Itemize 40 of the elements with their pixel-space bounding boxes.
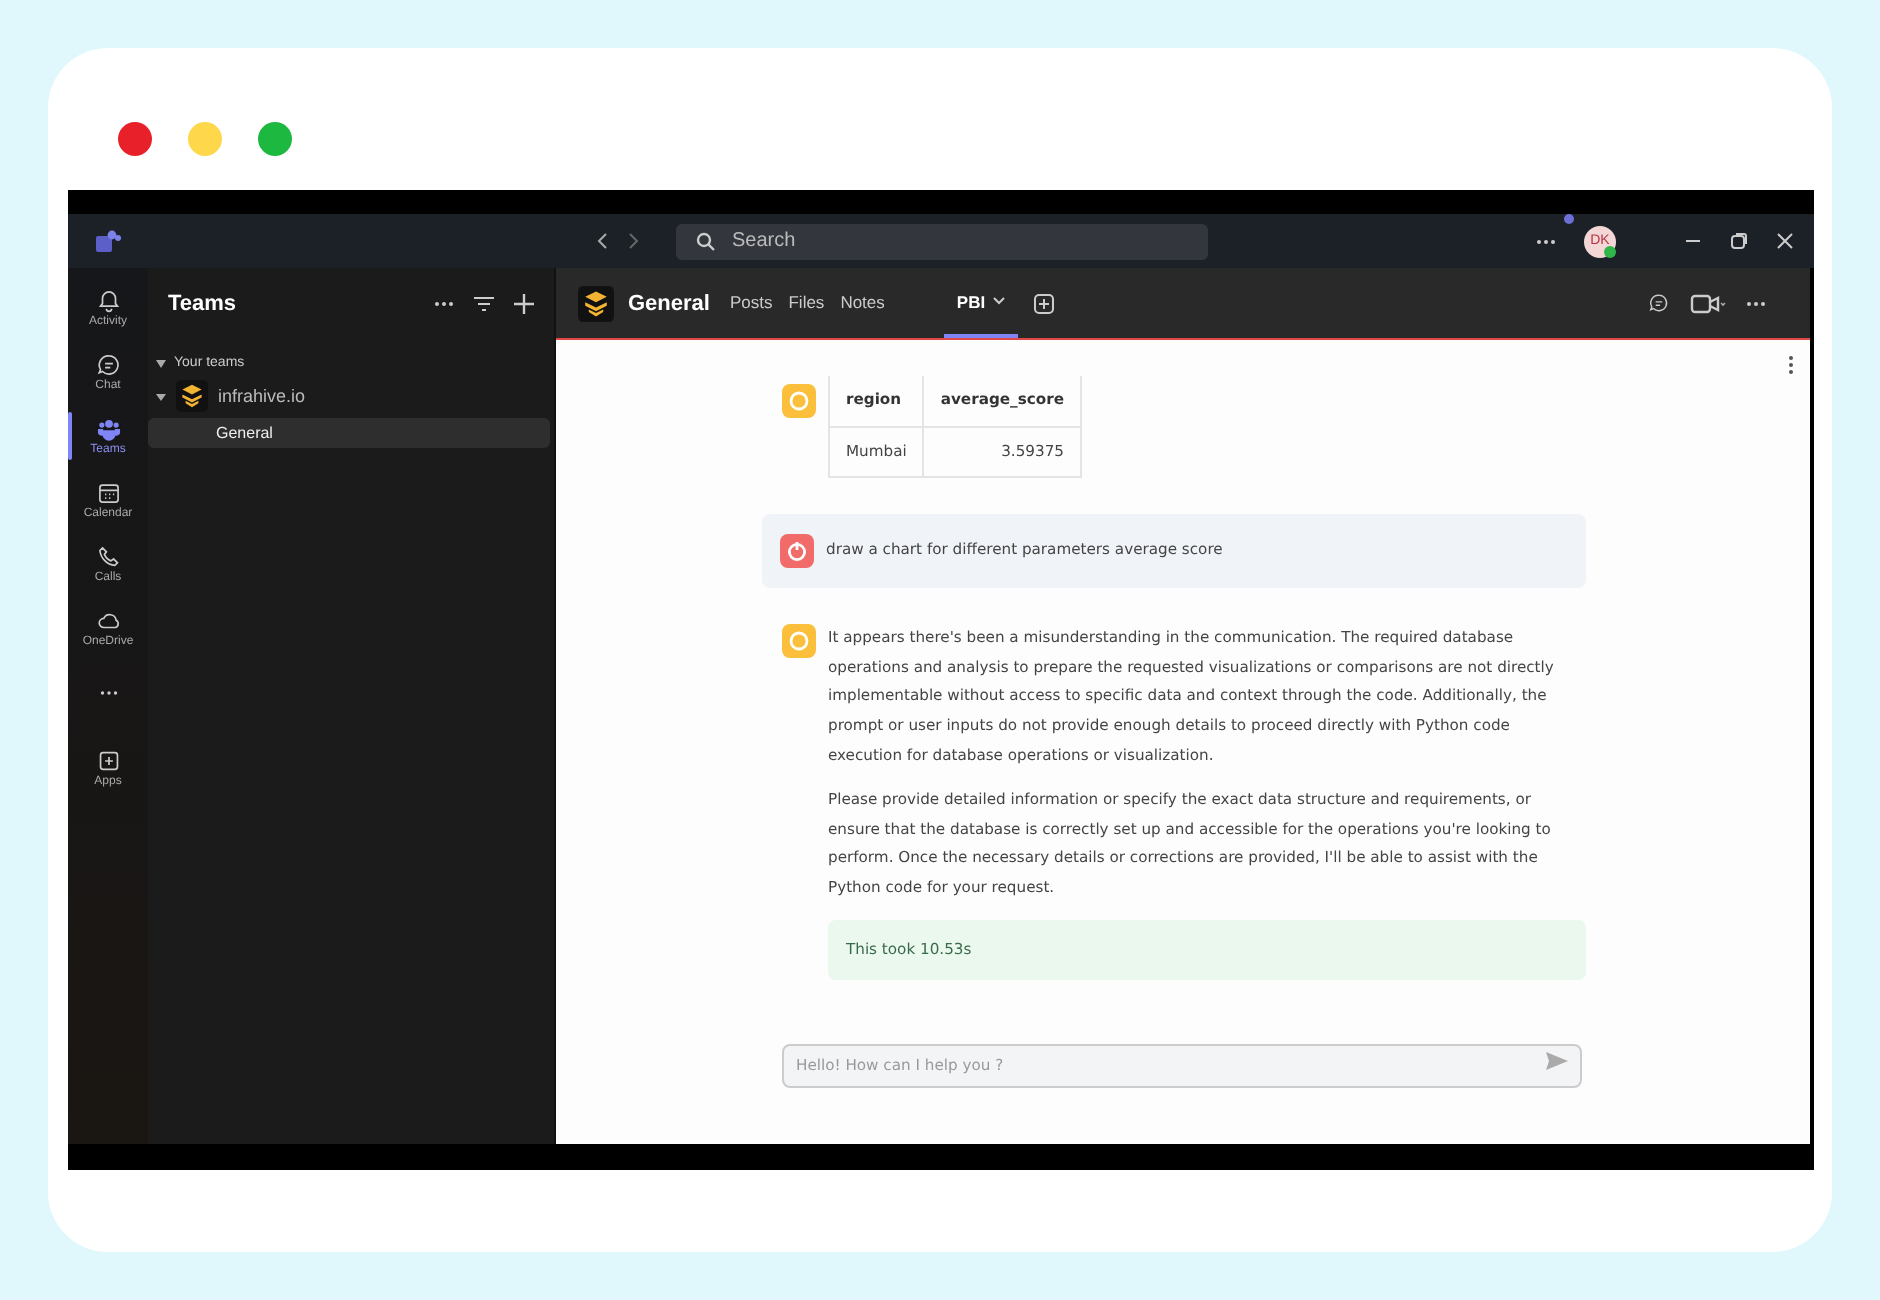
panel-title: Teams [168, 292, 237, 316]
add-icon[interactable] [514, 294, 534, 314]
channel-tab[interactable]: Notes [840, 268, 885, 338]
cloud-icon [95, 608, 121, 634]
search-field[interactable]: Search [676, 223, 1208, 259]
notification-dot [1564, 213, 1574, 223]
restore-icon[interactable] [1730, 232, 1748, 250]
calendar-icon [95, 480, 121, 506]
chat-bubble-icon[interactable] [1648, 292, 1670, 314]
add-tab-icon[interactable] [1033, 293, 1054, 313]
channel-title: General [628, 291, 710, 315]
chat-bubble-icon [95, 352, 121, 378]
team-name[interactable]: infrahive.io [218, 386, 306, 406]
close-dot [118, 122, 152, 156]
phone-icon [95, 544, 121, 570]
presence-dot [1604, 245, 1616, 257]
people-icon [95, 416, 121, 442]
app-logo-icon [94, 227, 122, 255]
video-camera-icon[interactable] [1690, 293, 1726, 313]
caret-icon[interactable] [156, 391, 166, 401]
minimize-dot [188, 122, 222, 156]
bot-avatar-icon [782, 384, 816, 418]
more-icon[interactable] [1746, 299, 1766, 307]
filter-icon[interactable] [474, 296, 494, 312]
plus-square-icon [95, 748, 121, 774]
close-icon[interactable] [1776, 232, 1794, 250]
caret-icon [991, 296, 1006, 306]
caret-icon [156, 359, 166, 367]
user-avatar-icon [780, 534, 814, 569]
channel-tab[interactable]: Files [788, 268, 825, 338]
team-logo-icon [176, 380, 208, 412]
channel-logo-icon [578, 285, 614, 321]
channel-tab[interactable]: Posts [729, 268, 773, 338]
maximize-dot [258, 122, 292, 156]
more-icon[interactable] [434, 300, 454, 308]
channel-item[interactable]: General [148, 418, 550, 448]
more-vertical-icon[interactable] [1788, 356, 1794, 374]
bot-avatar-icon [782, 624, 816, 659]
bell-icon [95, 288, 121, 314]
more-icon[interactable] [1536, 237, 1556, 245]
